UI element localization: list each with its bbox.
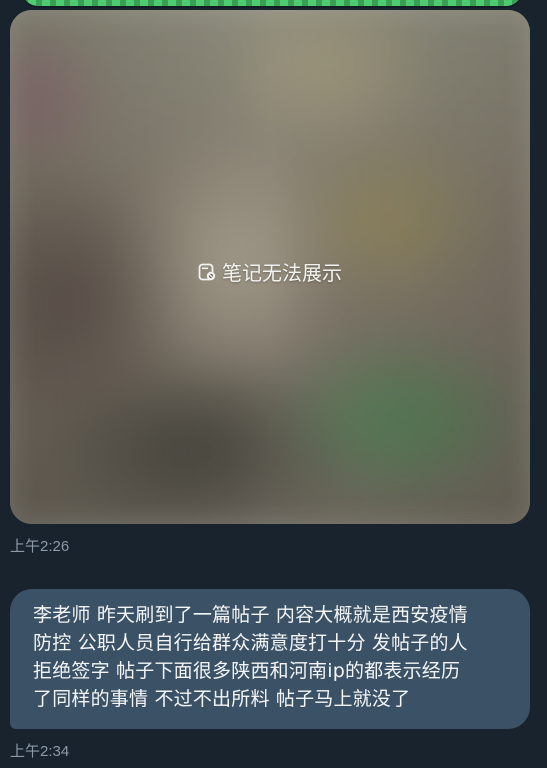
message-text-line: 拒绝签字 帖子下面很多陕西和河南ip的都表示经历 <box>33 660 461 682</box>
note-unavailable-label: 笔记无法展示 <box>10 257 530 286</box>
note-unavailable-text: 笔记无法展示 <box>222 261 342 285</box>
chat-view: 笔记无法展示 上午2:26 李老师 昨天刷到了一篇帖子 内容大概就是西安疫情 防… <box>0 0 547 768</box>
message-timestamp: 上午2:34 <box>10 743 70 760</box>
note-icon <box>198 263 216 281</box>
text-message-bubble[interactable]: 李老师 昨天刷到了一篇帖子 内容大概就是西安疫情 防控 公职人员自行给群众满意度… <box>10 589 530 729</box>
message-text-line: 防控 公职人员自行给群众满意度打十分 发帖子的人 <box>33 632 468 654</box>
message-timestamp: 上午2:26 <box>10 538 70 555</box>
message-text-line: 李老师 昨天刷到了一篇帖子 内容大概就是西安疫情 <box>33 604 468 626</box>
previous-message-bubble[interactable] <box>22 0 522 6</box>
previous-message-text-fragment <box>22 0 522 6</box>
note-card[interactable]: 笔记无法展示 <box>10 10 530 524</box>
message-text-line: 了同样的事情 不过不出所料 帖子马上就没了 <box>33 688 411 710</box>
